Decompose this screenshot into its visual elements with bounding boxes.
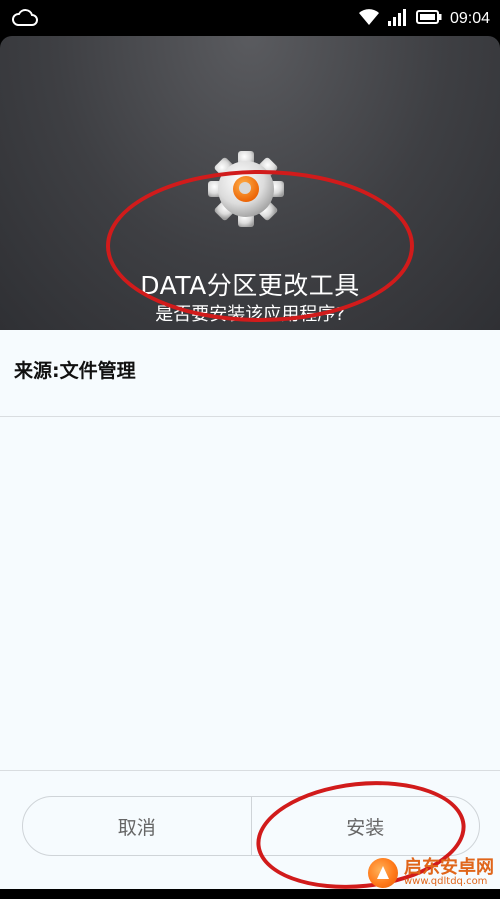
cloud-icon	[12, 8, 38, 32]
status-bar: 09:04	[0, 0, 500, 36]
signal-icon	[387, 8, 408, 30]
install-content: 来源:文件管理 取消 安装	[0, 330, 500, 899]
watermark-url: www.qdltdq.com	[404, 876, 488, 887]
cancel-button[interactable]: 取消	[23, 797, 251, 855]
annotation-circle-title	[106, 170, 414, 322]
watermark-title: 启东安卓网	[404, 857, 494, 878]
wifi-icon	[358, 8, 380, 30]
watermark: 启东安卓网 www.qdltdq.com	[368, 858, 494, 888]
battery-icon	[415, 9, 442, 29]
watermark-logo-icon	[368, 858, 398, 888]
status-time: 09:04	[449, 10, 490, 27]
divider	[0, 770, 500, 771]
source-label: 来源:文件管理	[14, 360, 136, 382]
source-row: 来源:文件管理	[0, 330, 500, 417]
